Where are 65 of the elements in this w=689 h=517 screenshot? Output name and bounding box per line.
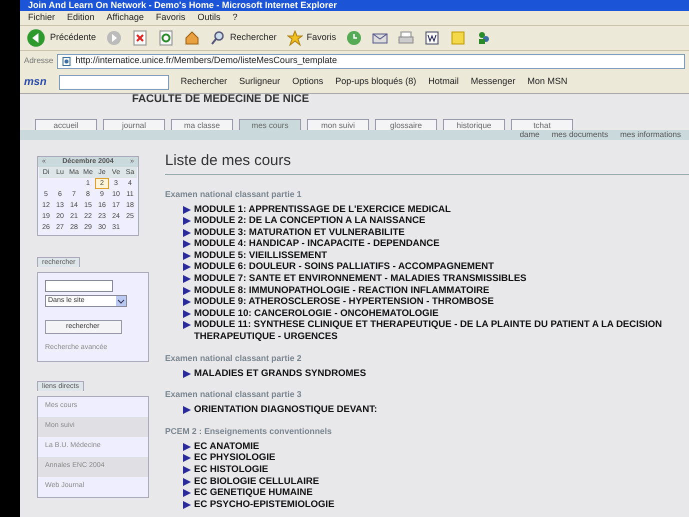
window-title: Join And Learn On Network - Demo's Home - Microsoft Internet Explorer — [20, 0, 689, 11]
tab[interactable]: historique — [443, 119, 505, 130]
user-link[interactable]: mes informations — [620, 130, 681, 140]
star-icon — [286, 30, 303, 46]
search-field[interactable] — [45, 280, 113, 292]
tab[interactable]: mes cours — [239, 119, 301, 130]
section-title: Examen national classant partie 3 — [165, 389, 303, 400]
menu-item[interactable]: Outils — [197, 11, 220, 25]
course-link[interactable]: EC PSYCHO-EPISTEMIOLOGIE — [165, 498, 689, 510]
toolbar-button[interactable]: Rechercher — [208, 27, 279, 49]
section-title: Examen national classant partie 2 — [165, 352, 303, 364]
menu-item[interactable]: Affichage — [106, 11, 144, 25]
section-title: Examen national classant partie 1 — [165, 188, 303, 200]
msn-toolbar-button[interactable]: Surligneur — [239, 75, 280, 89]
course-link[interactable]: MODULE 4: HANDICAP - INCAPACITE - DEPENDANCE — [165, 238, 689, 250]
address-label: Adresse — [24, 55, 54, 67]
msn-toolbar-button[interactable]: Pop-ups bloqués (8) — [335, 75, 416, 89]
page-heading: Liste de mes cours — [165, 150, 689, 174]
caret-icon — [116, 296, 126, 306]
tab[interactable]: glossaire — [375, 119, 437, 130]
course-link[interactable]: EC ANATOMIE — [165, 440, 689, 452]
address-field[interactable]: http://internatice.unice.fr/Members/Demo/listeMesCours_template — [57, 54, 685, 68]
course-link[interactable]: MODULE 2: DE LA CONCEPTION A LA NAISSANCE — [165, 215, 689, 227]
course-link[interactable]: MALADIES ET GRANDS SYNDROMES — [165, 368, 689, 380]
msn-toolbar-button[interactable]: Options — [292, 75, 324, 89]
toolbar-button[interactable]: Précédente — [24, 27, 98, 49]
msn-toolbar-button[interactable]: Hotmail — [428, 75, 459, 89]
course-link[interactable]: MODULE 1: APPRENTISSAGE DE L'EXERCICE MEDICAL — [165, 204, 689, 216]
course-link[interactable]: MODULE 5: VIEILLISSEMENT — [165, 250, 689, 262]
tab[interactable]: ma classe — [171, 119, 233, 130]
course-link[interactable]: MODULE 6: DOULEUR - SOINS PALLIATIFS - ACCOMPAGNEMENT — [165, 261, 689, 274]
back-icon — [26, 28, 46, 48]
page-icon — [62, 56, 72, 66]
course-link[interactable]: MODULE 8: IMMUNOPATHOLOGIE - REACTION INFLAMMATOIRE — [165, 284, 689, 296]
user-link[interactable]: mes documents — [552, 130, 608, 140]
toolbar-button[interactable]: Favoris — [284, 27, 338, 49]
menu-item[interactable]: Edition — [67, 11, 95, 25]
bullet-arrow-icon — [183, 370, 191, 378]
msn-toolbar-button[interactable]: Mon MSN — [527, 75, 568, 89]
course-link[interactable]: MODULE 9: ATHEROSCLEROSE - HYPERTENSION - THROMBOSE — [165, 296, 689, 308]
course-link[interactable]: EC BIOLOGIE CELLULAIRE — [165, 476, 689, 488]
course-link[interactable]: EC PHYSIOLOGIE — [165, 452, 689, 464]
course-link[interactable]: MODULE 11: SYNTHESE CLINIQUE ET THERAPEUTIQUE - DE LA PLAINTE DU PATIENT A LA DECISION THERAPEUTIQUE - URGENCES — [165, 319, 689, 343]
menu-item[interactable]: Fichier — [28, 11, 56, 25]
course-link[interactable]: MODULE 10: CANCEROLOGIE - ONCOHEMATOLOGIE — [165, 308, 689, 320]
course-link[interactable]: EC HISTOLOGIE — [165, 464, 689, 476]
msn-search-field[interactable] — [58, 74, 169, 90]
section-title: PCEM 2 : Enseignements conventionnels — [165, 426, 333, 437]
tab[interactable]: tchat — [511, 119, 573, 130]
menu-item[interactable]: Favoris — [156, 11, 186, 25]
user-link[interactable]: dame — [520, 130, 540, 140]
bullet-arrow-icon — [183, 406, 191, 414]
search-icon — [210, 30, 226, 46]
course-link[interactable]: MODULE 3: MATURATION ET VULNERABILITE — [165, 226, 689, 238]
msn-logo: msn — [24, 74, 47, 90]
site-title: FACULTE DE MEDECINE DE NICE — [131, 94, 310, 105]
msn-toolbar-button[interactable]: Messenger — [470, 75, 516, 89]
msn-toolbar-button[interactable]: Rechercher — [180, 75, 228, 89]
course-link[interactable]: ORIENTATION DIAGNOSTIQUE DEVANT: — [165, 404, 689, 416]
course-link[interactable]: MODULE 7: SANTE ET ENVIRONNEMENT - MALADIES TRANSMISSIBLES — [165, 273, 689, 285]
tab[interactable]: accueil — [35, 119, 97, 130]
menu-item[interactable]: ? — [232, 11, 238, 25]
course-link[interactable]: EC GENETIQUE HUMAINE — [165, 487, 689, 499]
tab[interactable]: journal — [103, 119, 165, 130]
tab[interactable]: mon suivi — [307, 119, 369, 130]
